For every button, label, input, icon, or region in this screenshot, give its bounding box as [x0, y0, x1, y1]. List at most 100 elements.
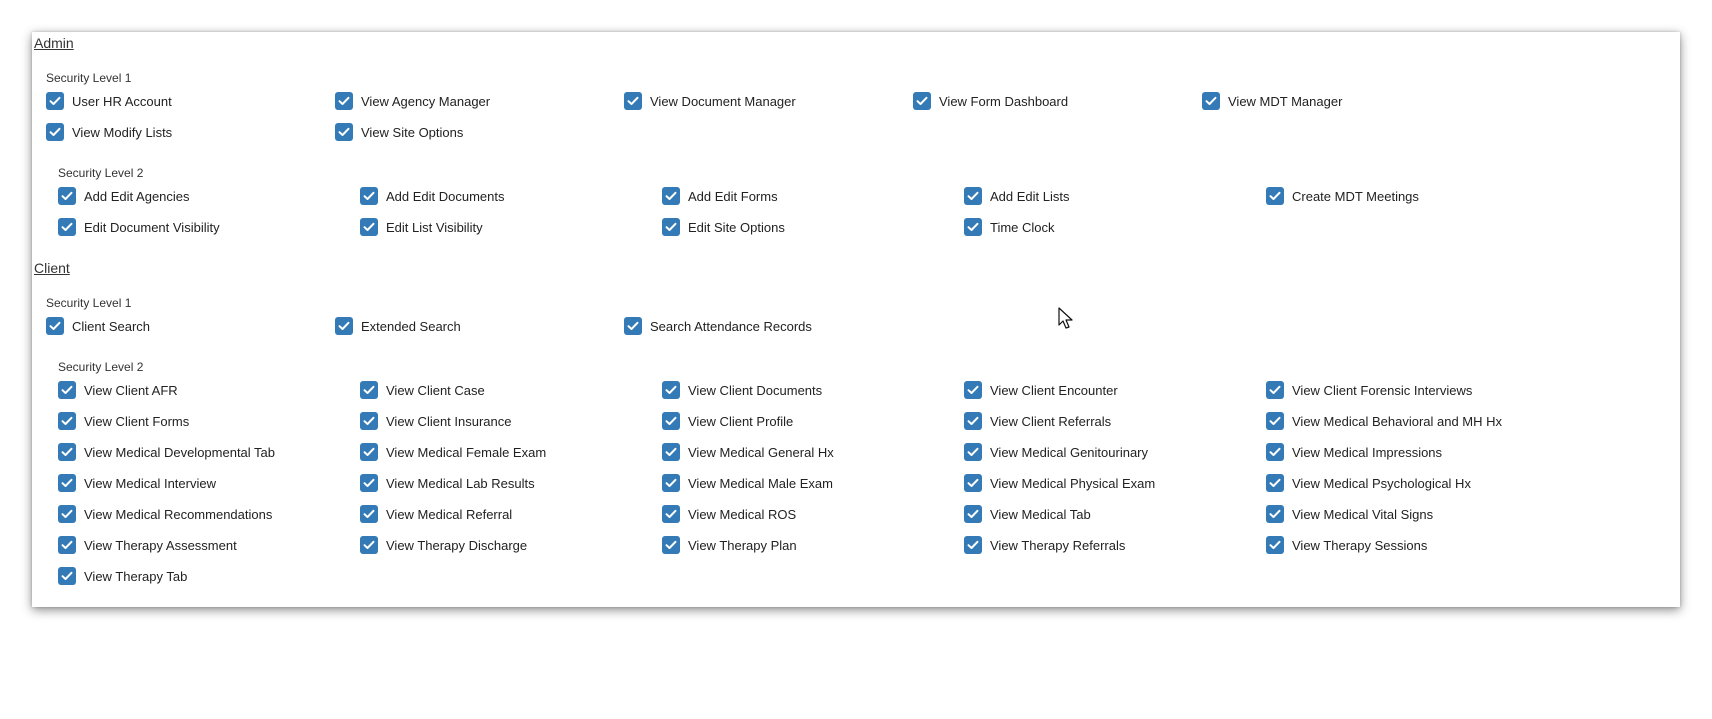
checkbox-checked-icon[interactable]	[58, 412, 76, 430]
checkbox-checked-icon[interactable]	[58, 474, 76, 492]
permission-checkbox[interactable]: View Medical Recommendations	[58, 504, 272, 524]
permission-checkbox[interactable]: View Client Referrals	[964, 411, 1111, 431]
checkbox-checked-icon[interactable]	[58, 443, 76, 461]
section-title-admin[interactable]: Admin	[34, 35, 74, 51]
permission-checkbox[interactable]: View Medical Developmental Tab	[58, 442, 275, 462]
checkbox-checked-icon[interactable]	[335, 92, 353, 110]
permission-checkbox[interactable]: View Therapy Sessions	[1266, 535, 1427, 555]
checkbox-checked-icon[interactable]	[360, 412, 378, 430]
permission-checkbox[interactable]: View Medical Physical Exam	[964, 473, 1155, 493]
permission-checkbox[interactable]: Add Edit Agencies	[58, 186, 190, 206]
permission-checkbox[interactable]: View MDT Manager	[1202, 91, 1342, 111]
checkbox-checked-icon[interactable]	[662, 505, 680, 523]
checkbox-checked-icon[interactable]	[1266, 381, 1284, 399]
checkbox-checked-icon[interactable]	[964, 536, 982, 554]
permission-checkbox[interactable]: View Client Insurance	[360, 411, 512, 431]
checkbox-checked-icon[interactable]	[913, 92, 931, 110]
permission-checkbox[interactable]: Edit Document Visibility	[58, 217, 220, 237]
checkbox-checked-icon[interactable]	[1266, 412, 1284, 430]
checkbox-checked-icon[interactable]	[964, 218, 982, 236]
permission-checkbox[interactable]: View Medical Psychological Hx	[1266, 473, 1471, 493]
permission-checkbox[interactable]: View Client Profile	[662, 411, 793, 431]
permission-checkbox[interactable]: Edit List Visibility	[360, 217, 483, 237]
checkbox-checked-icon[interactable]	[964, 187, 982, 205]
permission-checkbox[interactable]: View Site Options	[335, 122, 463, 142]
checkbox-checked-icon[interactable]	[662, 474, 680, 492]
checkbox-checked-icon[interactable]	[624, 317, 642, 335]
checkbox-checked-icon[interactable]	[335, 317, 353, 335]
checkbox-checked-icon[interactable]	[964, 443, 982, 461]
permission-checkbox[interactable]: View Medical Vital Signs	[1266, 504, 1433, 524]
checkbox-checked-icon[interactable]	[1202, 92, 1220, 110]
permission-checkbox[interactable]: View Medical General Hx	[662, 442, 834, 462]
checkbox-checked-icon[interactable]	[335, 123, 353, 141]
permission-checkbox[interactable]: View Agency Manager	[335, 91, 490, 111]
checkbox-checked-icon[interactable]	[1266, 187, 1284, 205]
permission-checkbox[interactable]: View Client AFR	[58, 380, 178, 400]
permission-checkbox[interactable]: Create MDT Meetings	[1266, 186, 1419, 206]
checkbox-checked-icon[interactable]	[360, 218, 378, 236]
checkbox-checked-icon[interactable]	[662, 412, 680, 430]
checkbox-checked-icon[interactable]	[1266, 443, 1284, 461]
permission-checkbox[interactable]: View Modify Lists	[46, 122, 172, 142]
checkbox-checked-icon[interactable]	[624, 92, 642, 110]
checkbox-checked-icon[interactable]	[1266, 474, 1284, 492]
checkbox-checked-icon[interactable]	[360, 187, 378, 205]
permission-checkbox[interactable]: Add Edit Forms	[662, 186, 778, 206]
permission-checkbox[interactable]: View Form Dashboard	[913, 91, 1068, 111]
checkbox-checked-icon[interactable]	[662, 443, 680, 461]
checkbox-checked-icon[interactable]	[1266, 536, 1284, 554]
checkbox-checked-icon[interactable]	[58, 187, 76, 205]
permission-checkbox[interactable]: View Medical Female Exam	[360, 442, 546, 462]
permission-checkbox[interactable]: View Medical Genitourinary	[964, 442, 1148, 462]
checkbox-checked-icon[interactable]	[46, 92, 64, 110]
checkbox-checked-icon[interactable]	[964, 412, 982, 430]
checkbox-checked-icon[interactable]	[964, 505, 982, 523]
checkbox-checked-icon[interactable]	[46, 317, 64, 335]
permission-checkbox[interactable]: View Medical Male Exam	[662, 473, 833, 493]
permission-checkbox[interactable]: Add Edit Lists	[964, 186, 1070, 206]
checkbox-checked-icon[interactable]	[58, 505, 76, 523]
checkbox-checked-icon[interactable]	[58, 536, 76, 554]
permission-checkbox[interactable]: View Medical Interview	[58, 473, 216, 493]
checkbox-checked-icon[interactable]	[360, 443, 378, 461]
checkbox-checked-icon[interactable]	[662, 381, 680, 399]
permission-checkbox[interactable]: View Client Forensic Interviews	[1266, 380, 1472, 400]
checkbox-checked-icon[interactable]	[1266, 505, 1284, 523]
checkbox-checked-icon[interactable]	[360, 505, 378, 523]
permission-checkbox[interactable]: View Therapy Discharge	[360, 535, 527, 555]
section-title-client[interactable]: Client	[34, 260, 70, 276]
permission-checkbox[interactable]: Search Attendance Records	[624, 316, 812, 336]
permission-checkbox[interactable]: View Therapy Referrals	[964, 535, 1125, 555]
permission-checkbox[interactable]: View Medical ROS	[662, 504, 796, 524]
permission-checkbox[interactable]: View Client Forms	[58, 411, 189, 431]
checkbox-checked-icon[interactable]	[58, 567, 76, 585]
checkbox-checked-icon[interactable]	[662, 187, 680, 205]
permission-checkbox[interactable]: User HR Account	[46, 91, 172, 111]
checkbox-checked-icon[interactable]	[662, 218, 680, 236]
permission-checkbox[interactable]: View Therapy Assessment	[58, 535, 237, 555]
checkbox-checked-icon[interactable]	[360, 536, 378, 554]
permission-checkbox[interactable]: View Medical Impressions	[1266, 442, 1442, 462]
permission-checkbox[interactable]: View Medical Lab Results	[360, 473, 535, 493]
permission-checkbox[interactable]: View Medical Tab	[964, 504, 1091, 524]
checkbox-checked-icon[interactable]	[964, 381, 982, 399]
permission-checkbox[interactable]: Edit Site Options	[662, 217, 785, 237]
permission-checkbox[interactable]: View Medical Referral	[360, 504, 512, 524]
permission-checkbox[interactable]: View Medical Behavioral and MH Hx	[1266, 411, 1502, 431]
permission-checkbox[interactable]: Time Clock	[964, 217, 1055, 237]
permission-checkbox[interactable]: View Client Encounter	[964, 380, 1118, 400]
checkbox-checked-icon[interactable]	[46, 123, 64, 141]
permission-checkbox[interactable]: View Therapy Tab	[58, 566, 187, 586]
checkbox-checked-icon[interactable]	[662, 536, 680, 554]
permission-checkbox[interactable]: Client Search	[46, 316, 150, 336]
permission-checkbox[interactable]: View Client Case	[360, 380, 485, 400]
checkbox-checked-icon[interactable]	[58, 381, 76, 399]
permission-checkbox[interactable]: Add Edit Documents	[360, 186, 505, 206]
permission-checkbox[interactable]: View Client Documents	[662, 380, 822, 400]
checkbox-checked-icon[interactable]	[360, 474, 378, 492]
checkbox-checked-icon[interactable]	[964, 474, 982, 492]
permission-checkbox[interactable]: View Therapy Plan	[662, 535, 797, 555]
checkbox-checked-icon[interactable]	[360, 381, 378, 399]
checkbox-checked-icon[interactable]	[58, 218, 76, 236]
